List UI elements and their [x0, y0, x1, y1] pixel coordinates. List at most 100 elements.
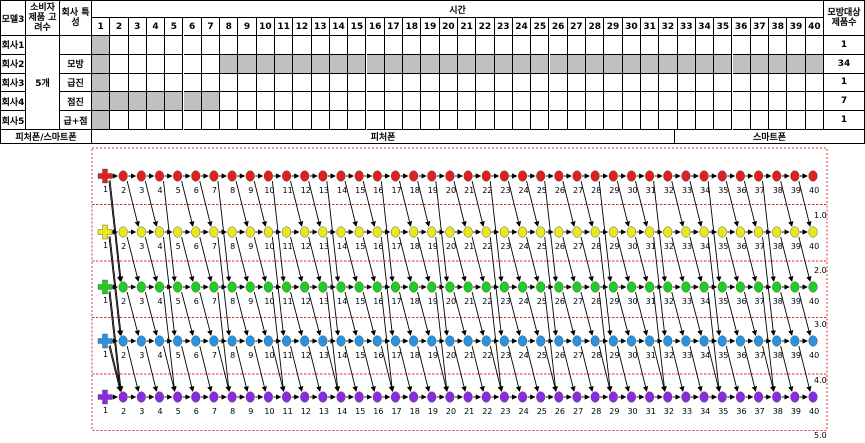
state-node: [463, 226, 473, 238]
transition-arrow: [707, 180, 722, 282]
state-node: [154, 335, 164, 347]
node-label: 31: [646, 242, 656, 251]
state-node: [245, 335, 255, 347]
state-node: [409, 391, 419, 403]
state-node: [209, 226, 219, 238]
state-node: [717, 335, 727, 347]
state-node: [499, 170, 509, 182]
node-label: 10: [264, 351, 274, 360]
node-label: 33: [682, 242, 692, 251]
state-node: [717, 170, 727, 182]
state-node: [536, 391, 546, 403]
node-label: 11: [283, 351, 293, 360]
state-node: [336, 335, 346, 347]
state-node: [772, 335, 782, 347]
node-label: 13: [319, 407, 329, 416]
level-label: 3.0: [814, 320, 827, 329]
node-label: 1: [103, 241, 108, 250]
transition-arrow: [380, 291, 395, 392]
state-node: [209, 281, 219, 293]
node-label: 35: [718, 407, 728, 416]
state-node: [354, 335, 364, 347]
transition-arrow: [489, 291, 504, 392]
state-node: [191, 226, 201, 238]
state-node: [118, 391, 128, 403]
state-node: [590, 170, 600, 182]
node-label: 10: [264, 186, 274, 195]
node-label: 30: [627, 186, 637, 195]
node-label: 17: [391, 297, 401, 306]
product-evolution-diagram: 1.02.03.04.05.01 2 3 4 5 6 7 8 9 10 11 12 13 14 15 16 17…: [91, 147, 828, 440]
transition-arrow: [181, 180, 195, 227]
state-node: [645, 335, 655, 347]
state-node: [300, 335, 310, 347]
state-node: [445, 335, 455, 347]
node-label: 39: [791, 351, 801, 360]
state-node: [300, 226, 310, 238]
transition-arrow: [163, 180, 177, 282]
state-node: [191, 281, 201, 293]
node-label: 17: [391, 407, 401, 416]
state-node: [209, 335, 219, 347]
state-node: [808, 170, 818, 182]
node-label: 40: [809, 186, 819, 195]
node-label: 6: [194, 297, 199, 306]
transition-arrow: [598, 236, 613, 336]
state-node: [154, 226, 164, 238]
state-node: [699, 226, 709, 238]
state-node: [372, 226, 382, 238]
node-label: 1: [103, 350, 108, 359]
node-label: 33: [682, 407, 692, 416]
state-node: [390, 170, 400, 182]
transition-arrow: [653, 180, 667, 282]
node-label: 20: [446, 186, 456, 195]
node-label: 7: [212, 351, 217, 360]
transition-arrow: [762, 291, 776, 392]
state-node: [118, 170, 128, 182]
node-label: 5: [176, 407, 181, 416]
node-label: 10: [264, 242, 274, 251]
node-label: 22: [482, 242, 492, 251]
transition-arrow: [217, 236, 232, 336]
node-label: 20: [446, 407, 456, 416]
node-label: 21: [464, 351, 474, 360]
state-node: [536, 170, 546, 182]
transition-arrow: [217, 180, 232, 282]
node-label: 21: [464, 186, 474, 195]
state-node: [645, 281, 655, 293]
transition-arrow: [235, 180, 249, 227]
level-band: [91, 260, 828, 318]
state-node: [136, 281, 146, 293]
node-label: 17: [391, 242, 401, 251]
state-node: [572, 226, 582, 238]
node-label: 34: [700, 242, 710, 251]
state-node: [608, 281, 618, 293]
transition-arrow: [271, 291, 286, 392]
state-node: [173, 335, 183, 347]
state-node: [136, 335, 146, 347]
node-label: 6: [194, 242, 199, 251]
transition-arrow: [235, 291, 249, 336]
level-label-bottom: 5.0: [814, 431, 827, 440]
state-node: [735, 226, 745, 238]
node-label: 18: [410, 297, 420, 306]
state-node: [645, 226, 655, 238]
state-node: [427, 170, 437, 182]
node-label: 2: [121, 242, 126, 251]
state-node: [772, 170, 782, 182]
node-label: 27: [573, 186, 583, 195]
node-label: 23: [500, 186, 510, 195]
node-label: 17: [391, 351, 401, 360]
node-label: 25: [537, 242, 547, 251]
node-label: 14: [337, 186, 347, 195]
level-label: 1.0: [814, 211, 827, 220]
state-node: [735, 391, 745, 403]
transition-arrow: [271, 180, 286, 282]
node-label: 26: [555, 242, 565, 251]
node-label: 14: [337, 242, 347, 251]
state-node: [372, 391, 382, 403]
node-label: 24: [519, 297, 529, 306]
node-label: 24: [519, 407, 529, 416]
state-node: [481, 281, 491, 293]
state-node: [681, 335, 691, 347]
